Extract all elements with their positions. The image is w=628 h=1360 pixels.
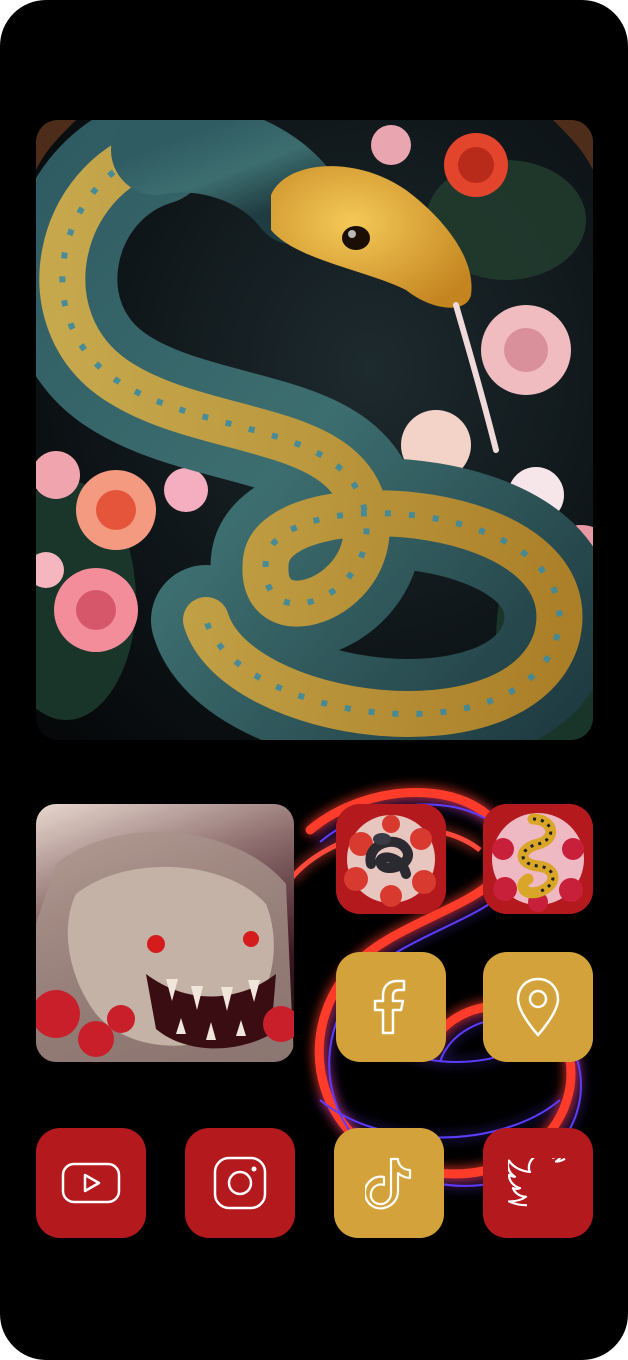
snake-art-icon-1[interactable] — [336, 804, 446, 914]
tiktok-icon — [365, 1157, 412, 1210]
golden-snake-art — [483, 804, 593, 914]
black-snake-art — [336, 804, 446, 914]
home-screen — [0, 0, 628, 1360]
snake-illustration — [36, 120, 593, 740]
twitter-app-icon[interactable] — [483, 1128, 593, 1238]
youtube-app-icon[interactable] — [36, 1128, 146, 1238]
location-pin-icon — [516, 977, 560, 1037]
snake-art-icon-2[interactable] — [483, 804, 593, 914]
twitter-icon — [508, 1158, 566, 1207]
dragon-photo-widget[interactable] — [36, 804, 294, 1062]
tiktok-app-icon[interactable] — [334, 1128, 444, 1238]
instagram-icon — [213, 1156, 267, 1210]
dragon-illustration — [36, 831, 294, 1062]
maps-app-icon[interactable] — [483, 952, 593, 1062]
instagram-app-icon[interactable] — [185, 1128, 295, 1238]
youtube-icon — [61, 1162, 121, 1204]
facebook-app-icon[interactable] — [336, 952, 446, 1062]
snake-photo-widget[interactable] — [36, 120, 593, 740]
facebook-icon — [373, 979, 406, 1035]
